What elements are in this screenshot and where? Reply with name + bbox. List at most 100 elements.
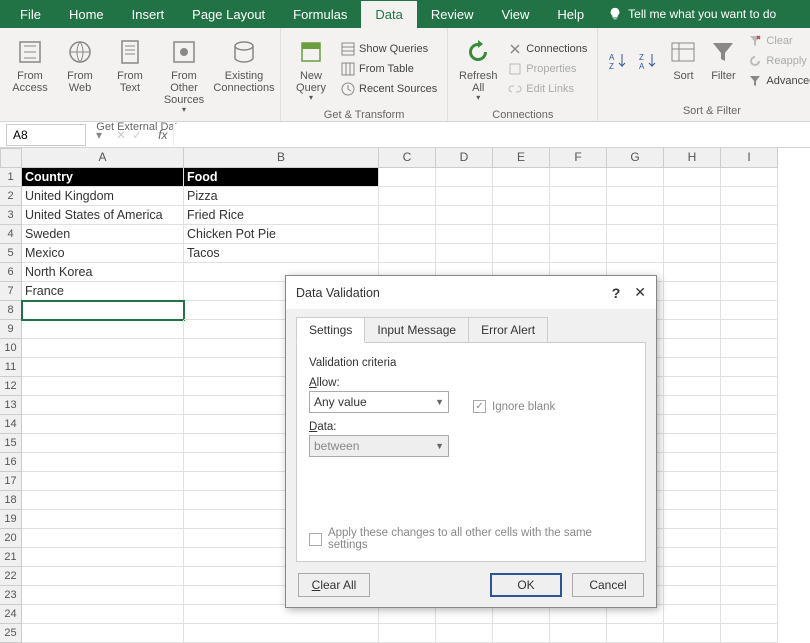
cell-H10[interactable] <box>664 339 721 358</box>
row-header-20[interactable]: 20 <box>0 529 22 548</box>
cell-E2[interactable] <box>493 187 550 206</box>
cell-A2[interactable]: United Kingdom <box>22 187 184 206</box>
cell-G2[interactable] <box>607 187 664 206</box>
cell-H5[interactable] <box>664 244 721 263</box>
row-header-8[interactable]: 8 <box>0 301 22 320</box>
cell-A23[interactable] <box>22 586 184 605</box>
cell-A16[interactable] <box>22 453 184 472</box>
row-header-11[interactable]: 11 <box>0 358 22 377</box>
tab-help[interactable]: Help <box>543 1 598 28</box>
cell-A24[interactable] <box>22 605 184 624</box>
cell-H24[interactable] <box>664 605 721 624</box>
cell-H3[interactable] <box>664 206 721 225</box>
cell-I11[interactable] <box>721 358 778 377</box>
select-all-corner[interactable] <box>0 148 22 168</box>
cell-E25[interactable] <box>493 624 550 643</box>
col-header-I[interactable]: I <box>721 148 778 168</box>
cell-I10[interactable] <box>721 339 778 358</box>
from-text-button[interactable]: From Text <box>106 32 154 119</box>
tab-home[interactable]: Home <box>55 1 118 28</box>
cell-I12[interactable] <box>721 377 778 396</box>
cell-C2[interactable] <box>379 187 436 206</box>
cell-H12[interactable] <box>664 377 721 396</box>
row-header-4[interactable]: 4 <box>0 225 22 244</box>
cell-C25[interactable] <box>379 624 436 643</box>
ignore-blank-checkbox[interactable]: ✓ Ignore blank <box>473 400 555 413</box>
cell-A21[interactable] <box>22 548 184 567</box>
cell-I9[interactable] <box>721 320 778 339</box>
ok-button[interactable]: OK <box>490 573 562 597</box>
dialog-tab-settings[interactable]: Settings <box>296 317 365 343</box>
from-web-button[interactable]: From Web <box>56 32 104 119</box>
from-access-button[interactable]: From Access <box>6 32 54 119</box>
col-header-G[interactable]: G <box>607 148 664 168</box>
formula-input[interactable] <box>173 124 810 146</box>
cell-H20[interactable] <box>664 529 721 548</box>
cell-A13[interactable] <box>22 396 184 415</box>
cell-I21[interactable] <box>721 548 778 567</box>
new-query-button[interactable]: New Query▾ <box>287 32 335 107</box>
col-header-A[interactable]: A <box>22 148 184 168</box>
cell-H21[interactable] <box>664 548 721 567</box>
name-box-dropdown[interactable]: ▾ <box>92 128 106 142</box>
cell-A25[interactable] <box>22 624 184 643</box>
cell-B5[interactable]: Tacos <box>184 244 379 263</box>
cell-H6[interactable] <box>664 263 721 282</box>
cell-H19[interactable] <box>664 510 721 529</box>
cell-F1[interactable] <box>550 168 607 187</box>
cell-A14[interactable] <box>22 415 184 434</box>
cell-F5[interactable] <box>550 244 607 263</box>
row-header-5[interactable]: 5 <box>0 244 22 263</box>
cell-I5[interactable] <box>721 244 778 263</box>
row-header-18[interactable]: 18 <box>0 491 22 510</box>
tab-insert[interactable]: Insert <box>118 1 179 28</box>
cell-I4[interactable] <box>721 225 778 244</box>
cell-A19[interactable] <box>22 510 184 529</box>
dialog-tab-input-message[interactable]: Input Message <box>364 317 469 343</box>
col-header-D[interactable]: D <box>436 148 493 168</box>
tab-view[interactable]: View <box>487 1 543 28</box>
cell-C5[interactable] <box>379 244 436 263</box>
cell-H15[interactable] <box>664 434 721 453</box>
cell-G25[interactable] <box>607 624 664 643</box>
clear-all-button[interactable]: Clear All <box>298 573 370 597</box>
cell-I23[interactable] <box>721 586 778 605</box>
tab-formulas[interactable]: Formulas <box>279 1 361 28</box>
tab-review[interactable]: Review <box>417 1 488 28</box>
refresh-all-button[interactable]: Refresh All▾ <box>454 32 502 107</box>
cell-I19[interactable] <box>721 510 778 529</box>
cell-B3[interactable]: Fried Rice <box>184 206 379 225</box>
cell-B25[interactable] <box>184 624 379 643</box>
tab-file[interactable]: File <box>6 1 55 28</box>
tab-data[interactable]: Data <box>361 1 416 28</box>
col-header-B[interactable]: B <box>184 148 379 168</box>
cell-F3[interactable] <box>550 206 607 225</box>
tell-me-search[interactable]: Tell me what you want to do <box>608 7 776 21</box>
cell-I15[interactable] <box>721 434 778 453</box>
cell-B1[interactable]: Food <box>184 168 379 187</box>
row-header-10[interactable]: 10 <box>0 339 22 358</box>
cell-I1[interactable] <box>721 168 778 187</box>
col-header-H[interactable]: H <box>664 148 721 168</box>
cell-D5[interactable] <box>436 244 493 263</box>
existing-connections-button[interactable]: Existing Connections <box>214 32 274 119</box>
row-header-3[interactable]: 3 <box>0 206 22 225</box>
dialog-close-icon[interactable]: ✕ <box>634 284 646 301</box>
row-header-22[interactable]: 22 <box>0 567 22 586</box>
cell-H13[interactable] <box>664 396 721 415</box>
row-header-15[interactable]: 15 <box>0 434 22 453</box>
cell-G5[interactable] <box>607 244 664 263</box>
cell-I22[interactable] <box>721 567 778 586</box>
cell-G4[interactable] <box>607 225 664 244</box>
cell-D2[interactable] <box>436 187 493 206</box>
cell-A9[interactable] <box>22 320 184 339</box>
tab-page-layout[interactable]: Page Layout <box>178 1 279 28</box>
cell-H11[interactable] <box>664 358 721 377</box>
dialog-help-icon[interactable]: ? <box>612 285 621 301</box>
row-header-24[interactable]: 24 <box>0 605 22 624</box>
cell-F2[interactable] <box>550 187 607 206</box>
cell-A11[interactable] <box>22 358 184 377</box>
cell-E3[interactable] <box>493 206 550 225</box>
cell-F4[interactable] <box>550 225 607 244</box>
cell-I16[interactable] <box>721 453 778 472</box>
